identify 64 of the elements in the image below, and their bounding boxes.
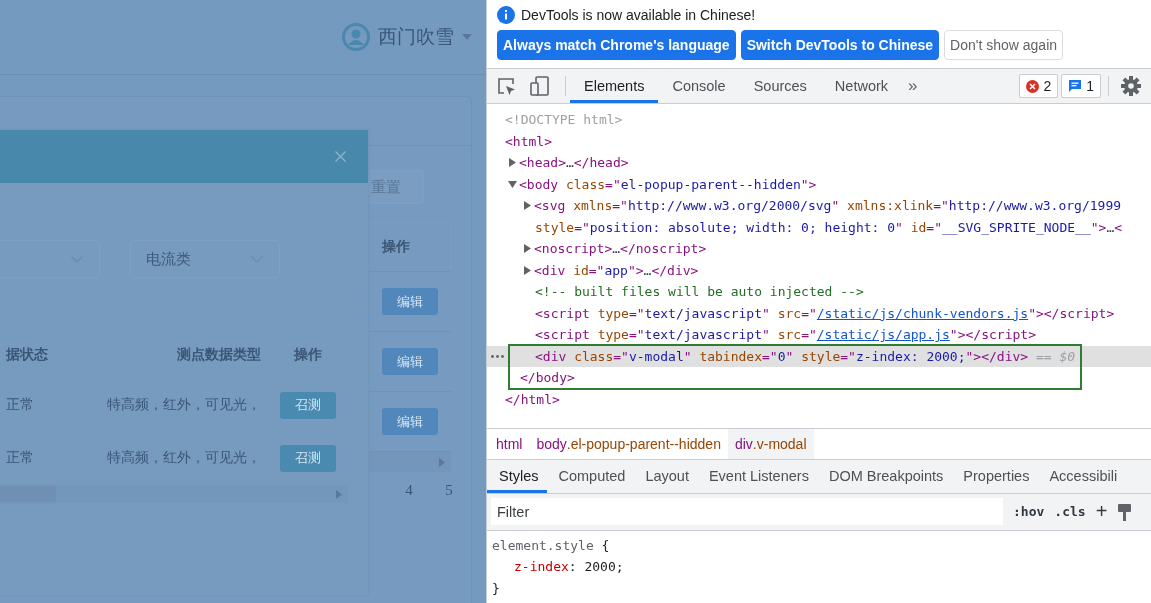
infobar-button[interactable]: Switch DevTools to Chinese <box>740 30 940 60</box>
column-header: 测点数据类型 <box>70 332 268 379</box>
code-line[interactable]: </body> <box>520 370 575 386</box>
code-line[interactable]: <noscript>…</noscript> <box>534 241 707 257</box>
cls-button[interactable]: .cls <box>1054 504 1086 519</box>
code-line[interactable]: <div id="app">…</div> <box>534 262 699 278</box>
infobar-button[interactable]: Always match Chrome's language <box>497 30 736 60</box>
infobar-button[interactable]: Don't show again <box>944 30 1064 60</box>
more-tabs-button[interactable]: » <box>902 69 924 103</box>
expand-triangle-icon[interactable] <box>523 265 532 275</box>
scrollbar[interactable] <box>0 485 348 503</box>
sidebar-tab[interactable]: Computed <box>546 459 634 493</box>
error-count-button[interactable]: 2 <box>1019 74 1059 98</box>
panel-tab[interactable]: Sources <box>739 69 821 103</box>
inspect-icon[interactable] <box>497 76 516 96</box>
column-header: 据状态 <box>0 332 70 379</box>
paint-roller-icon[interactable] <box>1117 501 1132 522</box>
device-toolbar-icon[interactable] <box>530 76 549 96</box>
sidebar-tab[interactable]: Event Listeners <box>696 459 817 493</box>
panel-tab[interactable]: Elements <box>570 69 659 103</box>
more-dots-icon[interactable] <box>491 354 504 358</box>
scroll-right-icon <box>336 489 342 499</box>
info-icon <box>497 6 515 24</box>
sidebar-tab[interactable]: DOM Breakpoints <box>816 459 952 493</box>
code-line[interactable]: <head>…</head> <box>519 155 629 171</box>
hov-button[interactable]: :hov <box>1013 504 1045 519</box>
message-count-button[interactable]: 1 <box>1061 74 1101 98</box>
code-line[interactable]: <body class="el-popup-parent--hidden"> <box>519 176 817 192</box>
expand-triangle-icon[interactable] <box>523 244 532 254</box>
style-rule-close: } <box>492 579 501 598</box>
column-header: 操作 <box>268 332 348 379</box>
info-message: DevTools is now available in Chinese! <box>521 7 756 23</box>
new-rule-button[interactable]: + <box>1095 500 1108 523</box>
breadcrumb[interactable]: html <box>489 428 530 459</box>
expand-triangle-icon[interactable] <box>508 158 517 168</box>
table-header-cell: 操作 <box>369 222 451 272</box>
code-line[interactable]: <script type="text/javascript" src="/static/js/app.js"></script> <box>535 327 1036 343</box>
code-line[interactable]: <svg xmlns="http://www.w3.org/2000/svg" xmlns:xlink="http://www.w3.org/1999 <box>534 198 1122 214</box>
code-line[interactable]: <!-- built files will be auto injected --> <box>535 284 864 300</box>
collapse-triangle-icon[interactable] <box>508 179 517 189</box>
style-declaration[interactable]: z-index: 2000; <box>492 556 1146 578</box>
data-type-cell: 特高频，红外，可见光， <box>70 379 268 432</box>
sidebar-tab[interactable]: Layout <box>633 459 697 493</box>
code-line[interactable]: </html> <box>505 391 560 407</box>
sidebar-tab[interactable]: Accessibili <box>1037 459 1126 493</box>
breadcrumb[interactable]: body.el-popup-parent--hidden <box>529 428 728 459</box>
code-line[interactable]: style="position: absolute; width: 0; height: 0" id="__SVG_SPRITE_NODE__">…< <box>535 219 1123 235</box>
scroll-right-icon <box>439 457 445 467</box>
status-cell: 正常 <box>0 379 70 432</box>
settings-icon[interactable] <box>1121 76 1141 96</box>
expand-triangle-icon[interactable] <box>523 201 532 211</box>
code-line[interactable]: <html> <box>505 133 552 149</box>
code-line[interactable]: <script type="text/javascript" src="/static/js/chunk-vendors.js"></script> <box>535 305 1115 321</box>
select-field[interactable] <box>0 240 100 278</box>
message-icon <box>1068 79 1083 93</box>
sidebar-tab[interactable]: Properties <box>951 459 1038 493</box>
error-icon <box>1026 79 1040 93</box>
panel-tab[interactable]: Network <box>820 69 903 103</box>
panel-tab[interactable]: Console <box>658 69 740 103</box>
filter-field[interactable]: Filter <box>491 498 1003 525</box>
source-link[interactable]: /static/js/chunk-vendors.js <box>816 305 1029 321</box>
style-rule-selector: element.style { <box>492 536 611 555</box>
source-link[interactable]: /static/js/app.js <box>816 327 950 343</box>
breadcrumb[interactable]: div.v-modal <box>727 428 814 459</box>
